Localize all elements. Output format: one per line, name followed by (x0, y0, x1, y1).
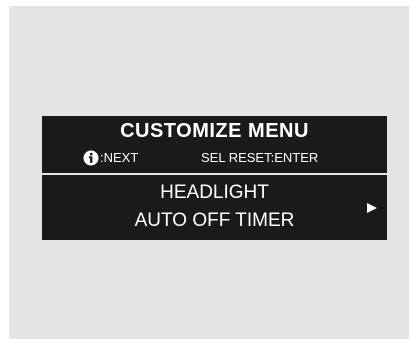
menu-item-line2: AUTO OFF TIMER (134, 210, 295, 231)
hint-row: :NEXT SEL RESET:ENTER (42, 149, 387, 167)
divider (42, 173, 387, 175)
menu-title: CUSTOMIZE MENU (120, 120, 309, 142)
instrument-display: CUSTOMIZE MENU :NEXT SEL RESET:ENTER HEA… (42, 116, 387, 240)
figure-frame: CUSTOMIZE MENU :NEXT SEL RESET:ENTER HEA… (9, 6, 409, 339)
hint-sel-reset: SEL RESET:ENTER (201, 150, 319, 165)
info-icon (83, 150, 99, 166)
hint-next: :NEXT (100, 150, 139, 165)
play-arrow-icon (367, 203, 377, 213)
menu-item-line1: HEADLIGHT (160, 182, 269, 203)
display-header: CUSTOMIZE MENU :NEXT SEL RESET:ENTER (42, 116, 387, 172)
menu-item[interactable]: HEADLIGHT AUTO OFF TIMER (42, 178, 387, 240)
